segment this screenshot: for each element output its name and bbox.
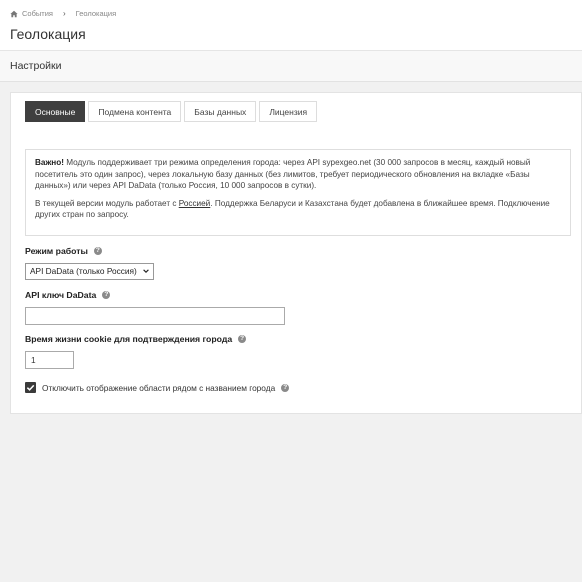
help-icon[interactable]: ? xyxy=(238,335,247,343)
help-icon[interactable]: ? xyxy=(281,383,290,392)
breadcrumb-geolocation: Геолокация xyxy=(75,9,117,18)
api-key-label: API ключ DaData ? xyxy=(25,290,111,300)
mode-select[interactable]: API DaData (только Россия) xyxy=(25,263,154,280)
alert-text-1: Модуль поддерживает три режима определен… xyxy=(35,158,531,190)
breadcrumb-events[interactable]: События xyxy=(22,9,53,18)
api-key-label-text: API ключ DaData xyxy=(25,290,97,300)
alert-paragraph-2: В текущей версии модуль работает с Росси… xyxy=(35,198,561,221)
info-alert: Важно! Модуль поддерживает три режима оп… xyxy=(25,149,571,236)
page-title: Геолокация xyxy=(10,26,86,42)
mode-select-value: API DaData (только Россия) xyxy=(30,266,137,276)
check-icon xyxy=(26,384,35,391)
api-key-input[interactable] xyxy=(25,307,285,325)
alert-important: Важно! xyxy=(35,158,64,167)
alert-paragraph-1: Важно! Модуль поддерживает три режима оп… xyxy=(35,157,561,192)
tab-main[interactable]: Основные xyxy=(25,101,86,122)
mode-label-text: Режим работы xyxy=(25,246,88,256)
section-title: Настройки xyxy=(10,60,62,72)
mode-label: Режим работы ? xyxy=(25,246,102,256)
help-icon[interactable]: ? xyxy=(102,291,111,299)
breadcrumb: События › Геолокация xyxy=(10,9,116,18)
home-icon[interactable] xyxy=(10,10,18,18)
tab-databases[interactable]: Базы данных xyxy=(184,101,257,122)
tab-license[interactable]: Лицензия xyxy=(259,101,318,122)
disable-region-row: Отключить отображение области рядом с на… xyxy=(25,382,290,393)
disable-region-label: Отключить отображение области рядом с на… xyxy=(42,382,276,393)
help-icon[interactable]: ? xyxy=(93,247,102,255)
breadcrumb-separator-icon: › xyxy=(62,9,66,18)
tab-content-replacement[interactable]: Подмена контента xyxy=(88,101,182,122)
disable-region-checkbox[interactable] xyxy=(25,382,36,393)
cookie-label: Время жизни cookie для подтверждения гор… xyxy=(25,334,247,344)
top-bar: События › Геолокация Геолокация xyxy=(0,0,582,51)
cookie-lifetime-input[interactable]: 1 xyxy=(25,351,74,369)
section-header: Настройки xyxy=(0,51,582,82)
cookie-label-text: Время жизни cookie для подтверждения гор… xyxy=(25,334,233,344)
tabs: Основные Подмена контента Базы данных Ли… xyxy=(25,101,318,122)
chevron-down-icon xyxy=(143,269,149,273)
russia-link[interactable]: Россией xyxy=(179,199,211,208)
settings-panel: Основные Подмена контента Базы данных Ли… xyxy=(10,92,582,414)
alert-text-2a: В текущей версии модуль работает с xyxy=(35,198,179,208)
